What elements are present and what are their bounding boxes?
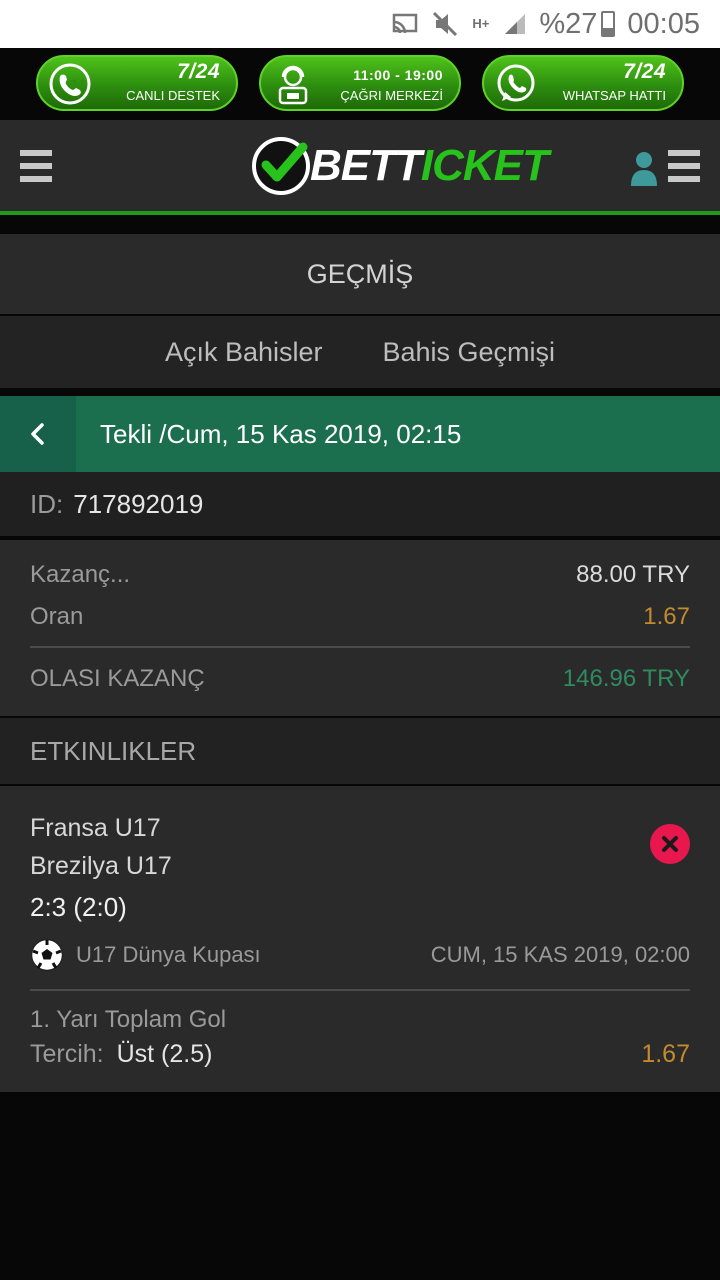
event-divider xyxy=(30,989,690,991)
summary-divider xyxy=(30,646,690,648)
app-header: BETTICKET xyxy=(0,120,720,215)
battery-percent: %27 xyxy=(539,7,598,40)
tab-open-bets[interactable]: Açık Bahisler xyxy=(165,337,323,368)
league-row: U17 Dünya Kupası CUM, 15 KAS 2019, 02:00 xyxy=(30,938,690,972)
live-support-button[interactable]: 24 7/24 CANLI DESTEK xyxy=(36,55,238,111)
match-score: 2:3 (2:0) xyxy=(30,892,127,922)
tab-bet-history[interactable]: Bahis Geçmişi xyxy=(383,337,556,368)
potential-win-label: OLASI KAZANÇ xyxy=(30,665,205,692)
back-button[interactable] xyxy=(0,396,76,472)
signal-icon xyxy=(503,12,527,36)
ticket-id-row: ID: 717892019 xyxy=(0,472,720,536)
page-title: GEÇMİŞ xyxy=(0,234,720,314)
user-icon[interactable] xyxy=(630,150,658,186)
stake-value: 88.00 TRY xyxy=(576,561,690,588)
clock: 00:05 xyxy=(627,7,700,40)
logo[interactable]: BETTICKET xyxy=(250,136,549,196)
event-card: Fransa U17 Brezilya U17 2:3 (2:0) U17 Dü… xyxy=(0,786,720,1092)
whatsapp-icon xyxy=(494,62,538,106)
promo-bottom-text: ÇAĞRI MERKEZİ xyxy=(340,88,443,103)
odds-value: 1.67 xyxy=(643,603,690,630)
promo-bottom-text: CANLI DESTEK xyxy=(126,88,220,103)
network-type-icon: H+ xyxy=(472,16,490,31)
promo-bottom-text: WHATSAP HATTI xyxy=(562,88,666,103)
promo-row: 24 7/24 CANLI DESTEK 11:00 - 19:00 ÇAĞRI… xyxy=(0,48,720,118)
whatsapp-button[interactable]: 7/24 WHATSAP HATTI xyxy=(482,55,684,111)
svg-text:24: 24 xyxy=(70,78,86,91)
league-name: U17 Dünya Kupası xyxy=(76,942,261,967)
promo-top-text: 7/24 xyxy=(623,60,666,83)
ticket-title: Tekli /Cum, 15 Kas 2019, 02:15 xyxy=(100,418,462,449)
pick-row: Tercih: Üst (2.5) 1.67 xyxy=(30,1040,690,1069)
logo-text-ticket: ICKET xyxy=(420,141,549,190)
pick-odd: 1.67 xyxy=(641,1040,690,1068)
event-date: CUM, 15 KAS 2019, 02:00 xyxy=(430,942,690,967)
ticket-id-value: 717892019 xyxy=(73,488,204,519)
call-center-button[interactable]: 11:00 - 19:00 ÇAĞRI MERKEZİ xyxy=(259,55,461,111)
away-team: Brezilya U17 xyxy=(30,852,172,880)
ticket-id-label: ID: xyxy=(30,488,64,519)
football-icon xyxy=(30,938,64,972)
lost-status-icon xyxy=(650,824,690,864)
potential-win-row: OLASI KAZANÇ 146.96 TRY xyxy=(30,658,690,700)
promo-top-text: 7/24 xyxy=(177,60,220,83)
call-center-agent-icon xyxy=(271,62,315,106)
history-tabs: Açık Bahisler Bahis Geçmişi xyxy=(0,316,720,388)
chevron-left-icon xyxy=(31,423,44,445)
promo-top-text: 11:00 - 19:00 xyxy=(353,67,443,83)
events-section-title: ETKINLIKLER xyxy=(0,718,720,784)
battery-icon xyxy=(601,11,616,37)
pick-value: Üst (2.5) xyxy=(116,1040,213,1068)
home-team: Fransa U17 xyxy=(30,814,161,842)
market-name: 1. Yarı Toplam Gol xyxy=(30,1006,227,1033)
odds-label: Oran xyxy=(30,603,84,630)
ticket-header: Tekli /Cum, 15 Kas 2019, 02:15 xyxy=(0,396,720,472)
main-menu-button[interactable] xyxy=(20,150,52,182)
mute-icon xyxy=(432,11,458,37)
pick-label: Tercih: xyxy=(30,1040,104,1068)
cast-icon xyxy=(392,13,418,35)
potential-win-value: 146.96 TRY xyxy=(562,665,690,692)
status-bar: H+ %27 00:05 xyxy=(0,0,720,48)
stake-row: Kazanç... 88.00 TRY xyxy=(30,554,690,596)
ticket-summary: Kazanç... 88.00 TRY Oran 1.67 OLASI KAZA… xyxy=(0,540,720,716)
user-menu-button[interactable] xyxy=(668,150,700,182)
phone-24-icon: 24 xyxy=(48,62,92,106)
logo-text-bet: BET xyxy=(310,141,396,190)
odds-row: Oran 1.67 xyxy=(30,596,690,638)
logo-check-icon xyxy=(252,137,310,195)
stake-label: Kazanç... xyxy=(30,561,131,588)
